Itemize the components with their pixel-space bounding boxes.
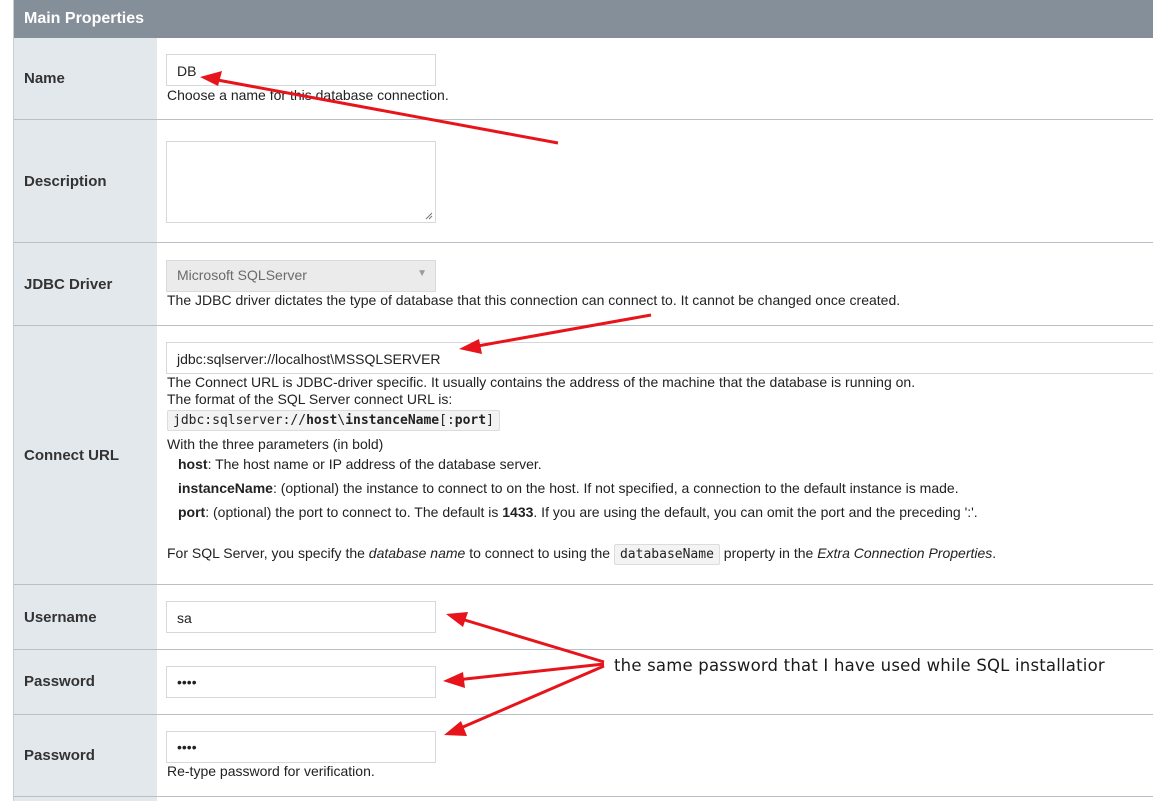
param-port: port: (optional) the port to connect to.… bbox=[178, 504, 978, 520]
description-textarea[interactable] bbox=[166, 141, 436, 223]
description-label: Description bbox=[24, 173, 107, 190]
password-confirm-help: Re-type password for verification. bbox=[167, 763, 375, 779]
username-value: sa bbox=[177, 610, 192, 626]
password-confirm-input[interactable]: •••• bbox=[166, 731, 436, 763]
row-divider bbox=[14, 796, 1153, 797]
password-confirm-label: Password bbox=[24, 747, 95, 764]
password-confirm-value: •••• bbox=[177, 739, 197, 755]
password-value: •••• bbox=[177, 674, 197, 690]
annotation-note: the same password that I have used while… bbox=[614, 656, 1105, 675]
name-help: Choose a name for this database connecti… bbox=[167, 87, 449, 103]
row-divider bbox=[14, 325, 1153, 326]
password-label: Password bbox=[24, 673, 95, 690]
jdbc-driver-label: JDBC Driver bbox=[24, 276, 113, 293]
jdbc-driver-select[interactable]: Microsoft SQLServer ▼ bbox=[166, 260, 436, 292]
name-input-value: DB bbox=[177, 63, 197, 79]
row-divider bbox=[14, 242, 1153, 243]
connect-url-help-line2: The format of the SQL Server connect URL… bbox=[167, 391, 453, 407]
name-input[interactable]: DB bbox=[166, 54, 436, 86]
row-divider bbox=[14, 584, 1153, 585]
connect-url-footer-note: For SQL Server, you specify the database… bbox=[167, 544, 996, 565]
connect-url-input[interactable]: jdbc:sqlserver://localhost\MSSQLSERVER bbox=[166, 342, 1153, 374]
jdbc-driver-selected: Microsoft SQLServer bbox=[177, 267, 307, 283]
connect-url-help-line1: The Connect URL is JDBC-driver specific.… bbox=[167, 374, 916, 390]
section-title: Main Properties bbox=[24, 10, 145, 27]
resize-handle-icon[interactable] bbox=[425, 212, 433, 220]
row-divider bbox=[14, 714, 1153, 715]
row-divider bbox=[14, 649, 1153, 650]
username-input[interactable]: sa bbox=[166, 601, 436, 633]
connect-url-params-intro: With the three parameters (in bold) bbox=[167, 436, 384, 452]
username-label: Username bbox=[24, 609, 97, 626]
password-input[interactable]: •••• bbox=[166, 666, 436, 698]
chevron-down-icon: ▼ bbox=[417, 268, 427, 279]
jdbc-driver-help: The JDBC driver dictates the type of dat… bbox=[167, 292, 901, 308]
row-divider bbox=[14, 119, 1153, 120]
connect-url-label: Connect URL bbox=[24, 447, 119, 464]
param-host: host: The host name or IP address of the… bbox=[178, 456, 542, 472]
name-label: Name bbox=[24, 70, 65, 87]
connect-url-format-code: jdbc:sqlserver://host\instanceName[:port… bbox=[167, 410, 500, 431]
main-properties-panel: Main Properties Name DB Choose a name fo… bbox=[13, 0, 1153, 801]
connect-url-value: jdbc:sqlserver://localhost\MSSQLSERVER bbox=[177, 351, 441, 367]
param-instance: instanceName: (optional) the instance to… bbox=[178, 480, 959, 496]
section-header: Main Properties bbox=[14, 0, 1153, 38]
